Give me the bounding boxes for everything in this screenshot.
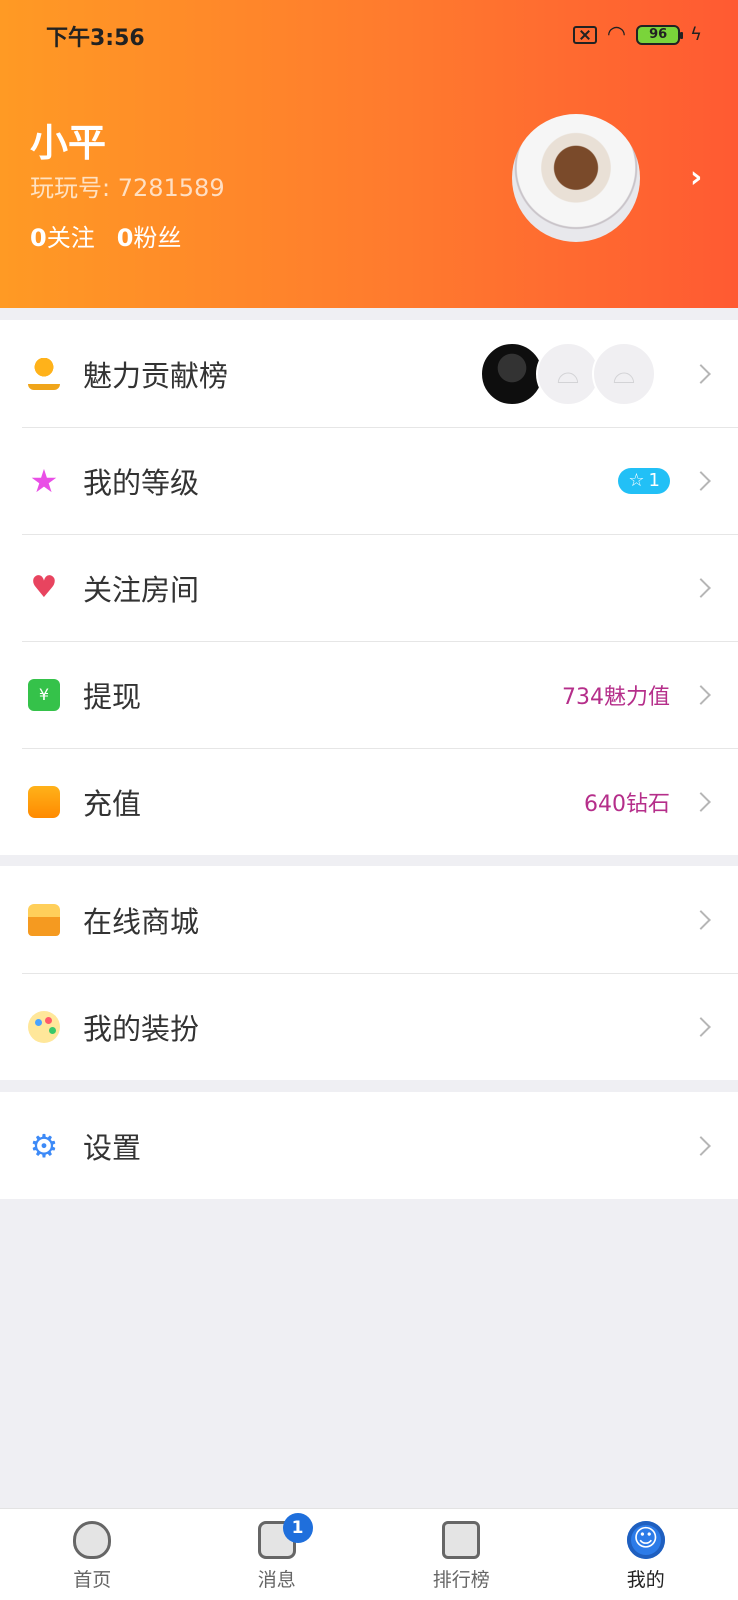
menu-item-label: 在线商城 <box>83 904 200 939</box>
gear-icon: ⚙ <box>29 1126 59 1165</box>
menu-item-label: 提现 <box>83 679 142 714</box>
chevron-right-icon <box>691 909 711 930</box>
menu-item-shop[interactable]: 在线商城 <box>0 866 738 973</box>
tab-label: 首页 <box>73 1569 112 1591</box>
user-name: 小平 <box>30 121 107 165</box>
wallet-icon <box>28 785 60 818</box>
contributor-avatar <box>480 341 544 406</box>
avatar[interactable] <box>512 114 640 242</box>
chevron-right-icon <box>691 684 711 705</box>
menu-item-followed-rooms[interactable]: ♥ 关注房间 <box>0 534 738 641</box>
status-time: 下午3:56 <box>46 26 145 51</box>
menu-section-main: 魅力贡献榜 ⌓ ⌓ ★ 我的等级 ☆ 1 ♥ 关注房间 ¥ 提现 734魅力值 充… <box>0 320 738 855</box>
me-icon <box>626 1521 665 1559</box>
profile-header[interactable]: 下午3:56 ◠ 96 ϟ 小平 玩玩号: 7281589 0关注 0粉丝 › <box>0 0 738 308</box>
tab-home[interactable]: 首页 <box>0 1509 185 1600</box>
chevron-right-icon <box>691 363 711 384</box>
follow-stats: 0关注 0粉丝 <box>30 218 181 253</box>
contributor-avatars: ⌓ ⌓ <box>480 341 656 406</box>
menu-item-label: 我的装扮 <box>83 1011 200 1046</box>
diamond-balance: 640钻石 <box>584 791 670 817</box>
tab-label: 排行榜 <box>432 1569 490 1591</box>
status-bar: 下午3:56 ◠ 96 ϟ <box>0 18 738 51</box>
star-outline-icon: ☆ <box>628 469 645 491</box>
home-icon <box>73 1521 112 1559</box>
menu-item-dressup[interactable]: 我的装扮 <box>0 973 738 1080</box>
empty-seat-icon: ⌓ <box>592 341 656 406</box>
chevron-right-icon <box>691 470 711 491</box>
menu-item-label: 充值 <box>83 786 142 821</box>
trophy-icon <box>28 357 60 390</box>
following-label: 关注 <box>46 224 95 252</box>
menu-item-withdraw[interactable]: ¥ 提现 734魅力值 <box>0 641 738 748</box>
cash-icon: ¥ <box>28 678 60 711</box>
chevron-right-icon <box>691 791 711 812</box>
menu-item-recharge[interactable]: 充值 640钻石 <box>0 748 738 855</box>
menu-item-label: 设置 <box>83 1130 142 1165</box>
chevron-right-icon[interactable]: › <box>690 160 702 195</box>
heart-icon: ♥ <box>30 569 58 605</box>
menu-item-level[interactable]: ★ 我的等级 ☆ 1 <box>0 427 738 534</box>
fans-label: 粉丝 <box>133 224 182 252</box>
no-sim-icon <box>572 25 597 44</box>
ranking-icon <box>442 1521 481 1559</box>
chevron-right-icon <box>691 1016 711 1037</box>
tab-ranking[interactable]: 排行榜 <box>369 1509 554 1600</box>
charging-icon: ϟ <box>690 24 702 45</box>
bottom-tab-bar: 首页 1 消息 排行榜 我的 <box>0 1508 738 1600</box>
level-number: 1 <box>648 469 660 491</box>
level-badge: ☆ 1 <box>618 467 670 494</box>
menu-item-label: 我的等级 <box>83 465 200 500</box>
shop-icon <box>28 903 60 936</box>
battery-icon: 96 <box>636 24 684 45</box>
following-stat[interactable]: 0关注 <box>30 218 95 253</box>
tab-label: 消息 <box>257 1569 296 1591</box>
menu-item-settings[interactable]: ⚙ 设置 <box>0 1092 738 1199</box>
menu-item-label: 魅力贡献榜 <box>83 358 229 393</box>
tab-me[interactable]: 我的 <box>554 1509 738 1600</box>
empty-seat-icon: ⌓ <box>536 341 600 406</box>
charm-value: 734魅力值 <box>562 684 670 710</box>
fans-stat[interactable]: 0粉丝 <box>117 218 182 253</box>
menu-section-settings: ⚙ 设置 <box>0 1092 738 1199</box>
menu-item-charm-ranking[interactable]: 魅力贡献榜 ⌓ ⌓ <box>0 320 738 427</box>
tab-label: 我的 <box>626 1569 665 1591</box>
palette-icon <box>28 1010 60 1043</box>
tab-messages[interactable]: 1 消息 <box>185 1509 370 1600</box>
chevron-right-icon <box>691 1135 711 1156</box>
menu-item-label: 关注房间 <box>83 572 200 607</box>
status-icons: ◠ 96 ϟ <box>572 22 702 47</box>
chevron-right-icon <box>691 577 711 598</box>
following-count: 0 <box>30 224 47 252</box>
fans-count: 0 <box>116 224 134 252</box>
wifi-icon: ◠ <box>606 22 627 47</box>
user-id: 玩玩号: 7281589 <box>30 174 225 202</box>
menu-section-store: 在线商城 我的装扮 <box>0 866 738 1080</box>
star-icon: ★ <box>29 461 59 500</box>
unread-badge: 1 <box>282 1513 313 1543</box>
